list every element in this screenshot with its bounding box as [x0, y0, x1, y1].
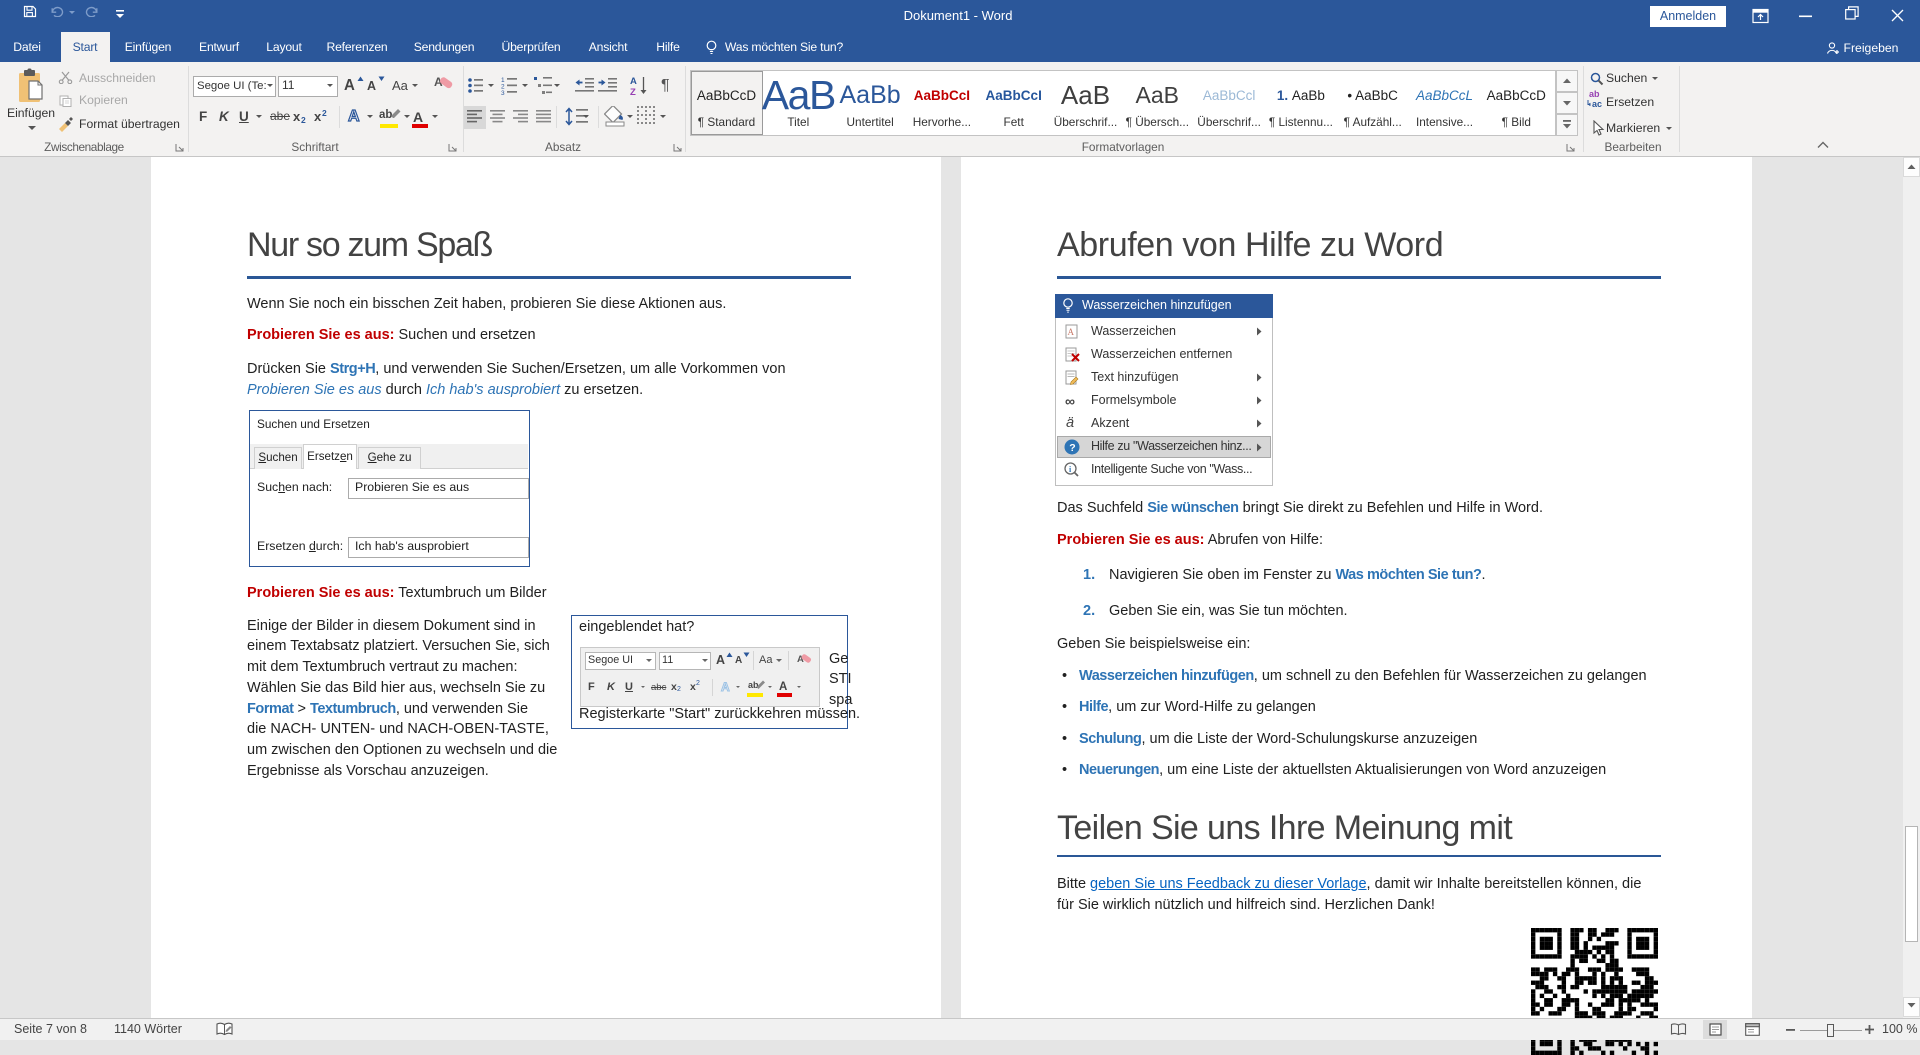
- svg-text:ac: ac: [1592, 99, 1602, 109]
- svg-text:?: ?: [1069, 442, 1075, 454]
- svg-text:3: 3: [501, 90, 505, 95]
- svg-text:A: A: [630, 76, 637, 87]
- svg-text:A: A: [1068, 327, 1075, 337]
- svg-text:i: i: [1069, 465, 1072, 474]
- svg-text:ab: ab: [1589, 89, 1600, 99]
- svg-text:Z: Z: [630, 87, 636, 96]
